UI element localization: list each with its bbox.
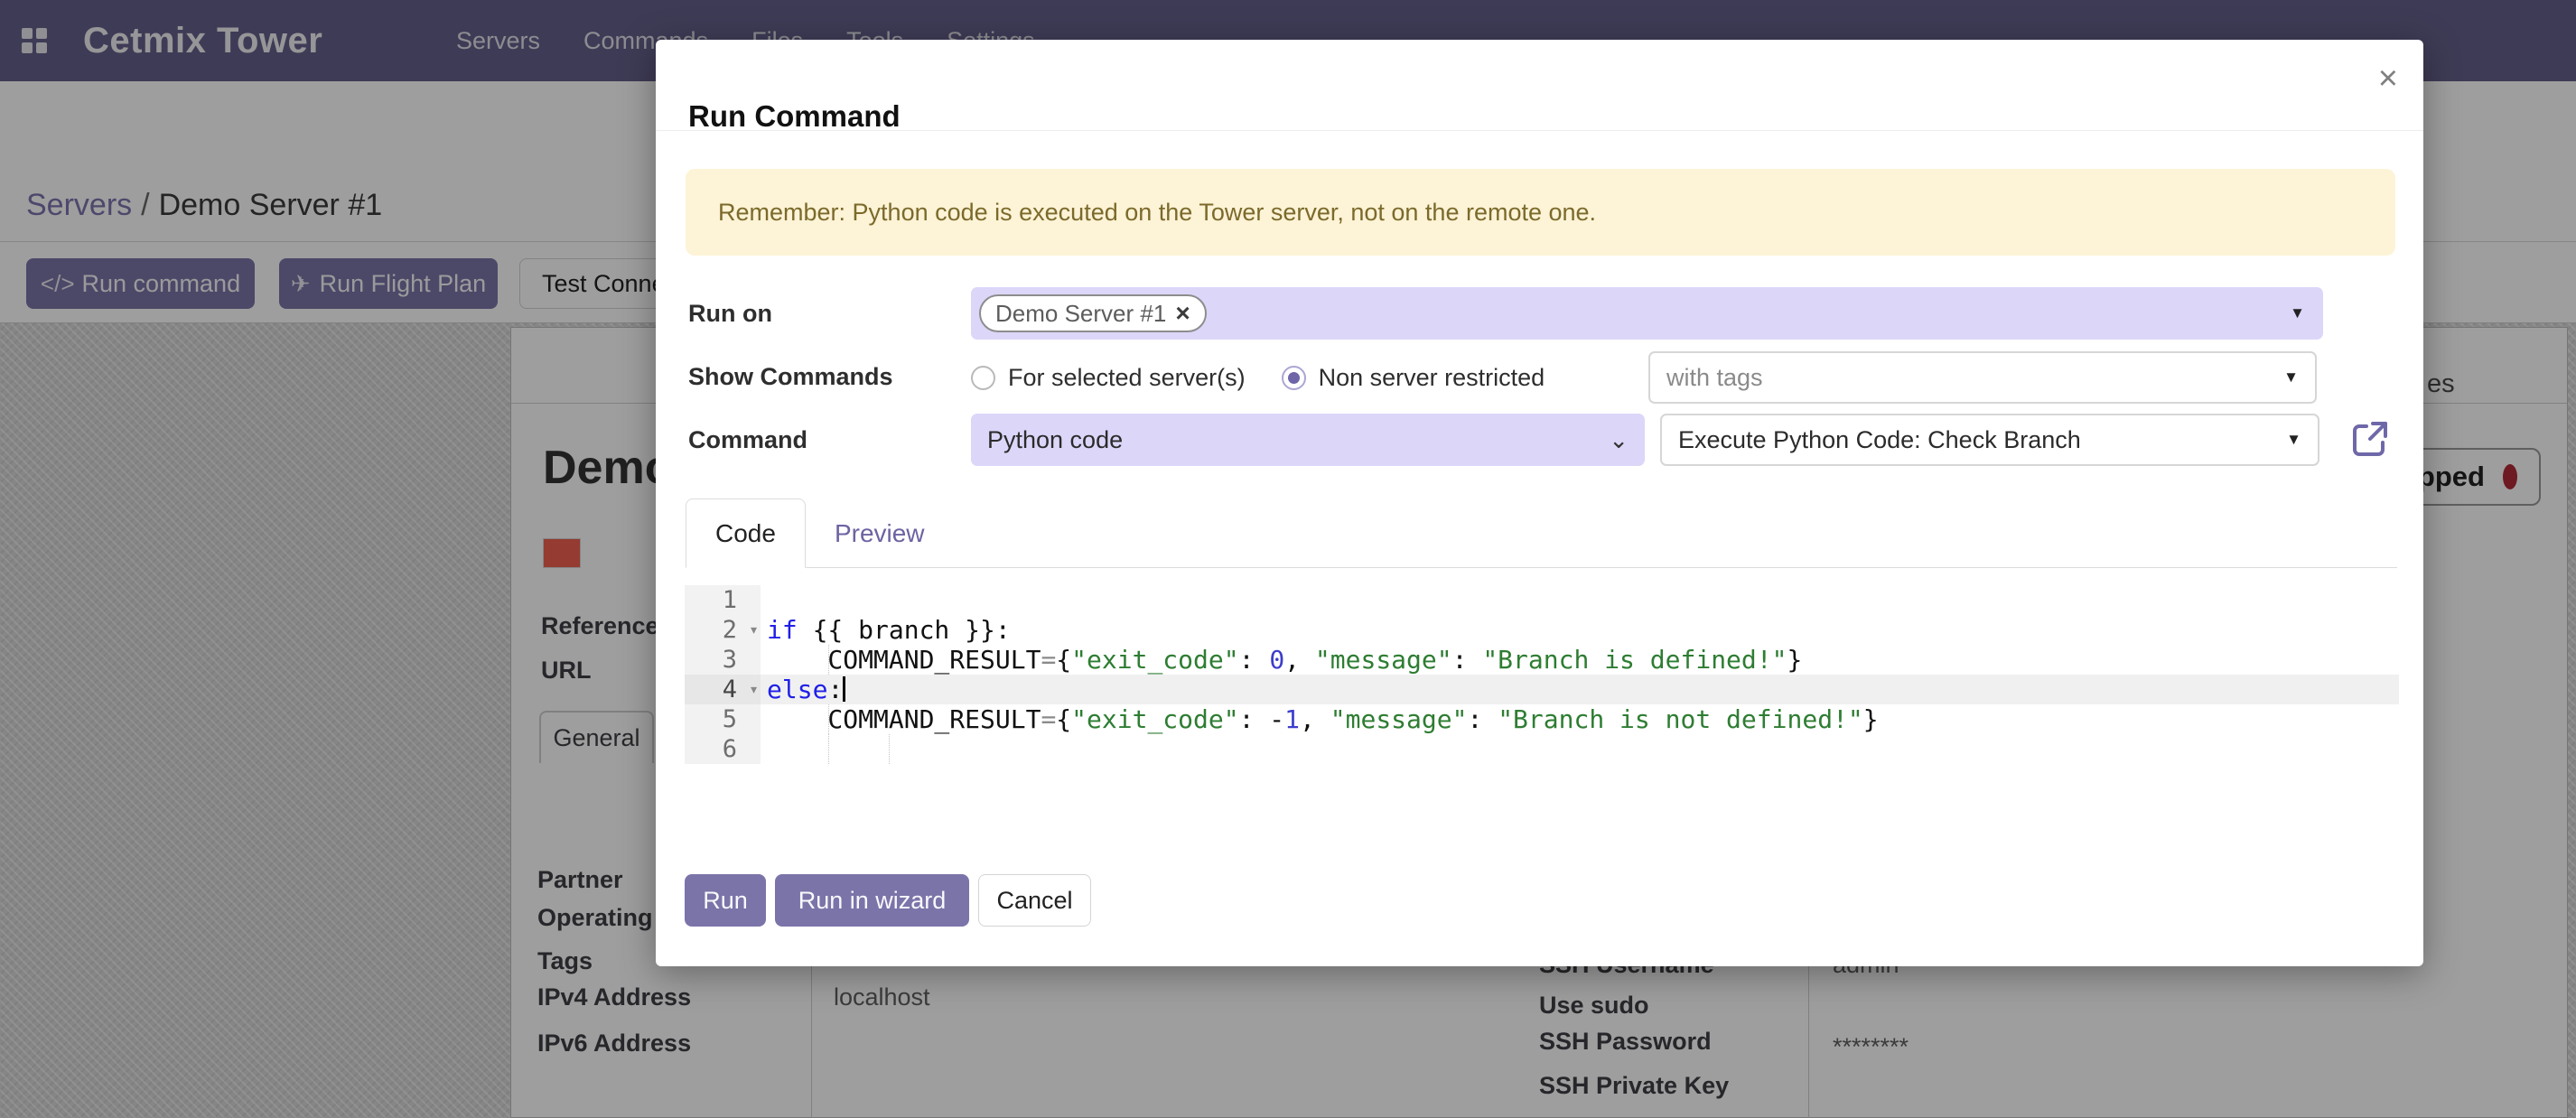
run-on-label: Run on	[688, 300, 772, 328]
code-editor-lines: 12▾if {{ branch }}:3 COMMAND_RESULT={"ex…	[685, 585, 2399, 764]
tab-preview[interactable]: Preview	[806, 498, 954, 568]
code-line-content	[761, 585, 2399, 615]
modal-title: Run Command	[688, 99, 901, 134]
chevron-down-icon: ⌄	[1609, 426, 1629, 454]
radio-label-non-server-restricted[interactable]: Non server restricted	[1319, 364, 1545, 392]
code-line: 5 COMMAND_RESULT={"exit_code": -1, "mess…	[685, 704, 2399, 734]
code-line-content	[761, 734, 2399, 764]
show-commands-radio-group: For selected server(s) Non server restri…	[971, 351, 1568, 404]
command-select[interactable]: Execute Python Code: Check Branch ▼	[1660, 414, 2319, 466]
line-number: 3	[685, 645, 761, 675]
caret-down-icon: ▼	[2290, 304, 2305, 322]
text-cursor	[843, 676, 845, 702]
external-link-icon[interactable]	[2348, 417, 2392, 461]
modal-header-divider	[656, 130, 2423, 131]
python-warning-alert: Remember: Python code is executed on the…	[686, 169, 2395, 256]
server-tag: Demo Server #1 ×	[979, 294, 1207, 332]
indent-guide	[828, 734, 829, 764]
line-number: 2▾	[685, 615, 761, 645]
code-line: 6	[685, 734, 2399, 764]
radio-for-selected-servers[interactable]	[971, 366, 995, 390]
code-line-content: if {{ branch }}:	[761, 615, 2399, 645]
fold-arrow-icon[interactable]: ▾	[749, 615, 759, 645]
caret-down-icon: ▼	[2283, 368, 2299, 387]
remove-tag-icon[interactable]: ×	[1175, 299, 1190, 328]
code-line-content: else:	[761, 675, 2399, 704]
line-number: 1	[685, 585, 761, 615]
radio-label-for-selected-servers[interactable]: For selected server(s)	[1008, 364, 1246, 392]
notebook-tabs: Code Preview	[686, 498, 2397, 568]
caret-down-icon: ▼	[2286, 431, 2301, 449]
code-line: 4▾else:	[685, 675, 2399, 704]
run-command-modal: Run Command × Remember: Python code is e…	[656, 40, 2423, 966]
code-editor[interactable]: 12▾if {{ branch }}:3 COMMAND_RESULT={"ex…	[685, 585, 2399, 856]
tab-code[interactable]: Code	[686, 498, 806, 568]
fold-arrow-icon[interactable]: ▾	[749, 675, 759, 704]
show-commands-label: Show Commands	[688, 363, 893, 391]
close-icon[interactable]: ×	[2378, 61, 2398, 96]
run-on-field[interactable]: Demo Server #1 × ▼	[971, 287, 2323, 340]
command-label: Command	[688, 426, 807, 454]
indent-guide	[889, 734, 890, 764]
code-line-content: COMMAND_RESULT={"exit_code": -1, "messag…	[761, 704, 2399, 734]
radio-non-server-restricted[interactable]	[1282, 366, 1306, 390]
code-line: 3 COMMAND_RESULT={"exit_code": 0, "messa…	[685, 645, 2399, 675]
screen: Cetmix Tower Servers Commands Files Tool…	[0, 0, 2576, 1118]
with-tags-select[interactable]: with tags ▼	[1648, 351, 2317, 404]
run-in-wizard-button[interactable]: Run in wizard	[775, 874, 969, 927]
command-type-select[interactable]: Python code ⌄	[971, 414, 1645, 466]
code-line: 1	[685, 585, 2399, 615]
code-line-content: COMMAND_RESULT={"exit_code": 0, "message…	[761, 645, 2399, 675]
line-number: 5	[685, 704, 761, 734]
cancel-button[interactable]: Cancel	[978, 874, 1091, 927]
indent-guide	[828, 704, 829, 734]
line-number: 4▾	[685, 675, 761, 704]
run-button[interactable]: Run	[685, 874, 766, 927]
indent-guide	[828, 645, 829, 675]
code-line: 2▾if {{ branch }}:	[685, 615, 2399, 645]
line-number: 6	[685, 734, 761, 764]
